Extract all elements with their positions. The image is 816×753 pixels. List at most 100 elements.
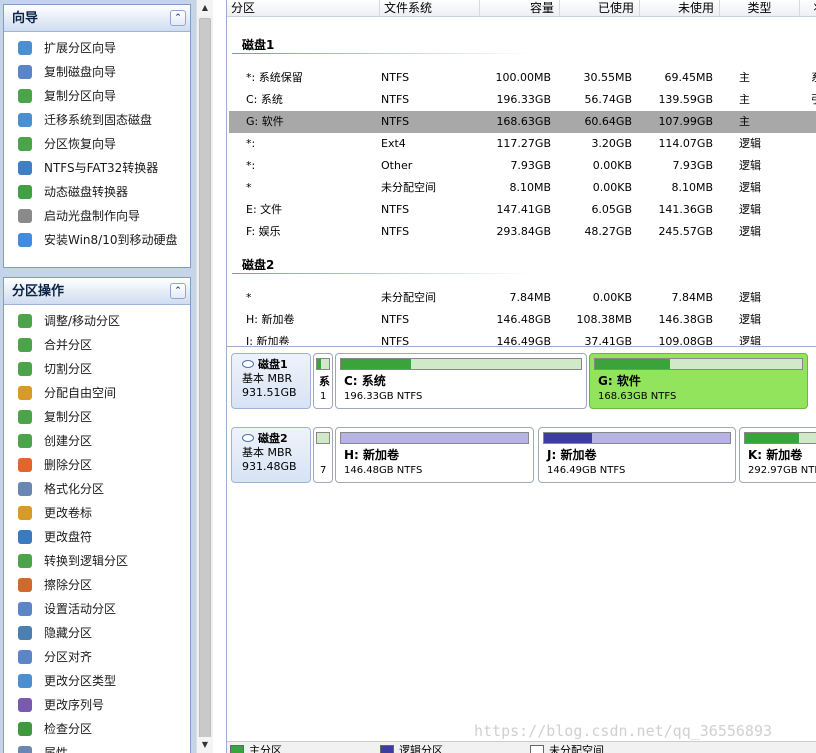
column-header[interactable]: 容量: [480, 0, 560, 17]
table-cell: [811, 331, 816, 345]
partition-block[interactable]: K: 新加卷 292.97GB NTFS: [739, 427, 816, 483]
table-cell: 7.84MB: [671, 291, 713, 304]
table-cell: 245.57GB: [658, 225, 713, 238]
table-row[interactable]: E: 文件 NTFS 147.41GB 6.05GB 141.36GB 逻辑: [229, 199, 816, 221]
sidebar-item-label: 分配自由空间: [44, 386, 117, 400]
table-header: 分区文件系统容量已使用未使用类型状: [227, 0, 816, 17]
table-cell: [811, 287, 816, 309]
sidebar-item[interactable]: 设置活动分区: [4, 597, 190, 621]
sidebar-item[interactable]: 删除分区: [4, 453, 190, 477]
sidebar-item[interactable]: 调整/移动分区: [4, 309, 190, 333]
sidebar-item[interactable]: 更改分区类型: [4, 669, 190, 693]
usage-bar: [316, 432, 330, 444]
hide-icon: [18, 626, 32, 640]
table-row[interactable]: *: 系统保留 NTFS 100.00MB 30.55MB 69.45MB 主 系: [229, 67, 816, 89]
partition-block[interactable]: 7: [313, 427, 333, 483]
sidebar-item[interactable]: 启动光盘制作向导: [4, 204, 190, 228]
ops-panel-header[interactable]: 分区操作 ⌃: [4, 278, 190, 305]
properties-icon: [18, 746, 32, 753]
table-row[interactable]: * 未分配空间 8.10MB 0.00KB 8.10MB 逻辑: [229, 177, 816, 199]
partition-block[interactable]: J: 新加卷 146.49GB NTFS: [538, 427, 736, 483]
column-header[interactable]: 文件系统: [380, 0, 480, 17]
sidebar-item[interactable]: 更改盘符: [4, 525, 190, 549]
sidebar-item[interactable]: 转换到逻辑分区: [4, 549, 190, 573]
table-row[interactable]: J: 新加卷 NTFS 146.49GB 37.41GB 109.08GB 逻辑: [229, 331, 816, 345]
table-cell: [811, 177, 816, 199]
sidebar-item[interactable]: NTFS与FAT32转换器: [4, 156, 190, 180]
table-row[interactable]: C: 系统 NTFS 196.33GB 56.74GB 139.59GB 主 引: [229, 89, 816, 111]
sidebar-item[interactable]: 合并分区: [4, 333, 190, 357]
sidebar-item[interactable]: 切割分区: [4, 357, 190, 381]
disk-group-divider: [232, 273, 532, 274]
ops-panel-title: 分区操作: [12, 284, 65, 299]
column-header[interactable]: 状: [800, 0, 816, 17]
column-header[interactable]: 未使用: [640, 0, 720, 17]
sidebar-item[interactable]: 动态磁盘转换器: [4, 180, 190, 204]
wizard-panel-header[interactable]: 向导 ⌃: [4, 5, 190, 32]
usage-bar: [340, 432, 529, 444]
change-type-icon: [18, 674, 32, 688]
column-header[interactable]: 已使用: [560, 0, 640, 17]
partition-block[interactable]: 系1: [313, 353, 333, 409]
sidebar-item[interactable]: 擦除分区: [4, 573, 190, 597]
table-cell: 逻辑: [739, 335, 761, 345]
copy-partition-icon: [18, 89, 32, 103]
sidebar-item[interactable]: 创建分区: [4, 429, 190, 453]
table-cell: 100.00MB: [495, 71, 551, 84]
table-cell: Ext4: [381, 137, 406, 150]
sidebar-item[interactable]: 分区对齐: [4, 645, 190, 669]
collapse-icon[interactable]: ⌃: [170, 283, 186, 299]
sidebar-item[interactable]: 格式化分区: [4, 477, 190, 501]
table-cell: 6.05GB: [591, 203, 632, 216]
partition-name: C: 系统: [344, 374, 386, 388]
sidebar-item[interactable]: 迁移系统到固态磁盘: [4, 108, 190, 132]
disk-map: 磁盘1 基本 MBR 931.51GB 系 1 C: 系统 196.33GB NTFS G: …: [227, 346, 816, 741]
partition-block[interactable]: H: 新加卷 146.48GB NTFS: [335, 427, 534, 483]
sidebar-item-label: 复制分区向导: [44, 89, 117, 103]
column-header[interactable]: 分区: [227, 0, 380, 17]
sidebar-item[interactable]: 隐藏分区: [4, 621, 190, 645]
disk-icon: [242, 360, 254, 368]
partition-size-truncated: 7: [320, 465, 327, 476]
sidebar-item[interactable]: 更改卷标: [4, 501, 190, 525]
sidebar-item[interactable]: 属性: [4, 741, 190, 753]
sidebar-item[interactable]: 更改序列号: [4, 693, 190, 717]
partition-block[interactable]: C: 系统 196.33GB NTFS: [335, 353, 587, 409]
column-header[interactable]: 类型: [720, 0, 800, 17]
table-cell: 3.20GB: [591, 137, 632, 150]
disk-group-label: 磁盘2: [242, 258, 275, 272]
table-row[interactable]: *: Other 7.93GB 0.00KB 7.93GB 逻辑: [229, 155, 816, 177]
sidebar-item-label: 属性: [44, 746, 69, 753]
legend-swatch: [530, 745, 544, 753]
sidebar-item[interactable]: 复制分区向导: [4, 84, 190, 108]
table-row[interactable]: H: 新加卷 NTFS 146.48GB 108.38MB 146.38GB 逻辑: [229, 309, 816, 331]
collapse-icon[interactable]: ⌃: [170, 10, 186, 26]
scroll-up-icon[interactable]: ▲: [197, 0, 213, 16]
sidebar-scrollbar[interactable]: ▲ ▼: [196, 0, 213, 753]
sidebar-item[interactable]: 复制磁盘向导: [4, 60, 190, 84]
sidebar-item[interactable]: 分配自由空间: [4, 381, 190, 405]
table-row[interactable]: G: 软件 NTFS 168.63GB 60.64GB 107.99GB 主: [229, 111, 816, 133]
table-cell: 146.38GB: [658, 313, 713, 326]
table-row[interactable]: *: Ext4 117.27GB 3.20GB 114.07GB 逻辑: [229, 133, 816, 155]
scroll-down-icon[interactable]: ▼: [197, 737, 213, 753]
disk-type: 基本 MBR: [242, 446, 293, 459]
sidebar-item[interactable]: 检查分区: [4, 717, 190, 741]
sidebar-item[interactable]: 复制分区: [4, 405, 190, 429]
table-row[interactable]: * 未分配空间 7.84MB 0.00KB 7.84MB 逻辑: [229, 287, 816, 309]
sidebar-item-label: 更改分区类型: [44, 674, 117, 688]
sidebar-item[interactable]: 扩展分区向导: [4, 36, 190, 60]
partition-block[interactable]: G: 软件 168.63GB NTFS: [589, 353, 808, 409]
table-cell: 逻辑: [739, 291, 761, 304]
table-row[interactable]: F: 娱乐 NTFS 293.84GB 48.27GB 245.57GB 逻辑: [229, 221, 816, 243]
scrollbar-thumb[interactable]: [199, 18, 211, 740]
disk-info[interactable]: 磁盘2 基本 MBR 931.48GB: [231, 427, 311, 483]
sidebar-item[interactable]: 分区恢复向导: [4, 132, 190, 156]
sidebar-item[interactable]: 安装Win8/10到移动硬盘: [4, 228, 190, 252]
table-cell: 0.00KB: [592, 181, 632, 194]
usage-fill: [544, 433, 593, 443]
disk-info[interactable]: 磁盘1 基本 MBR 931.51GB: [231, 353, 311, 409]
table-cell: 未分配空间: [381, 291, 436, 304]
copy-disk-icon: [18, 65, 32, 79]
sidebar-item-label: 合并分区: [44, 338, 93, 352]
